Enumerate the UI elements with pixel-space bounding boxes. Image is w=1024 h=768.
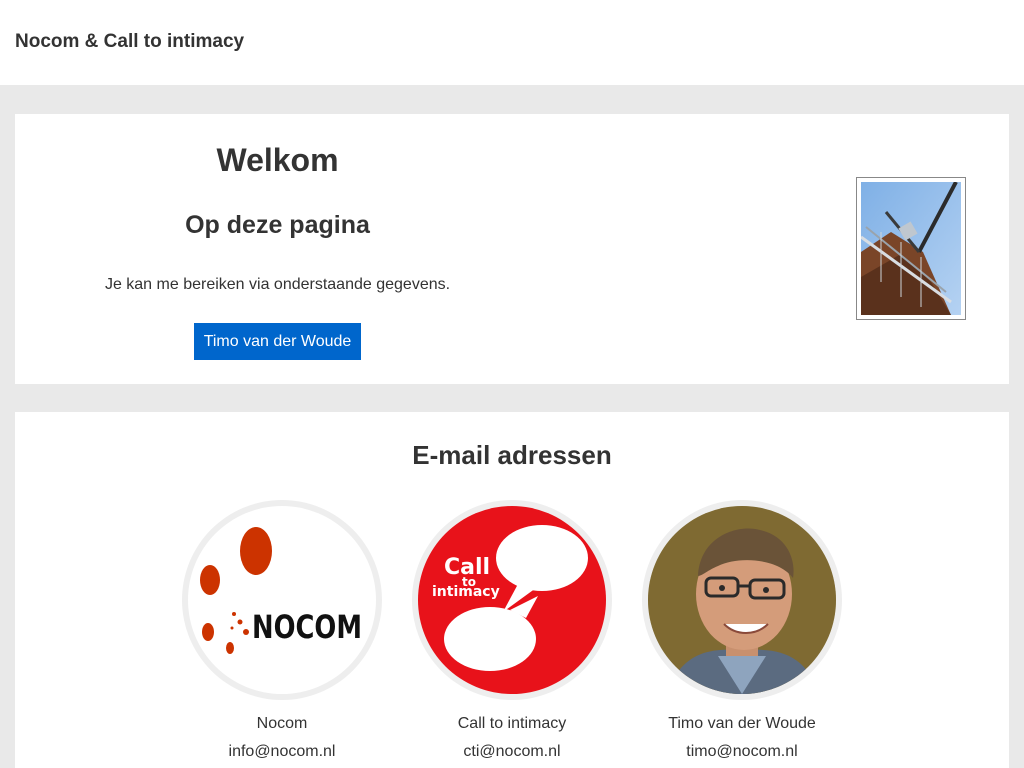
contact-email-link[interactable]: cti@nocom.nl (412, 742, 612, 762)
nocom-logo: NOCOM (182, 500, 382, 700)
contact-email-link[interactable]: info@nocom.nl (182, 742, 382, 762)
contact-nocom: NOCOM Nocom info@nocom.nl (182, 500, 382, 762)
contact-call-to-intimacy: Call to intimacy Call to intimacy cti@no… (412, 500, 612, 762)
timo-button[interactable]: Timo van der Woude (194, 323, 361, 360)
windmill-photo (856, 177, 966, 320)
welcome-subtitle: Op deze pagina (185, 211, 370, 239)
contact-name: Call to intimacy (457, 715, 567, 732)
contact-name: Nocom (256, 715, 308, 732)
email-heading: E-mail adressen (412, 440, 612, 470)
top-bar: Nocom & Call to intimacy (0, 0, 1024, 85)
welcome-text: Je kan me bereiken via onderstaande gege… (104, 276, 451, 293)
contact-email-link[interactable]: timo@nocom.nl (642, 742, 842, 762)
contact-timo: Timo van der Woude timo@nocom.nl (642, 500, 842, 762)
site-title-link[interactable]: Nocom & Call to intimacy (15, 31, 244, 53)
welcome-card: Welkom Op deze pagina Je kan me bereiken… (15, 114, 1009, 384)
nocom-logo-text: NOCOM (252, 608, 362, 646)
cti-logo-text-intimacy: intimacy (432, 584, 500, 600)
email-card: E-mail adressen NOCOM Nocom info@nocom.n… (15, 412, 1009, 768)
portrait-photo (642, 500, 842, 700)
welcome-title: Welkom (216, 142, 339, 178)
call-to-intimacy-logo: Call to intimacy (412, 500, 612, 700)
contact-name: Timo van der Woude (668, 715, 816, 732)
